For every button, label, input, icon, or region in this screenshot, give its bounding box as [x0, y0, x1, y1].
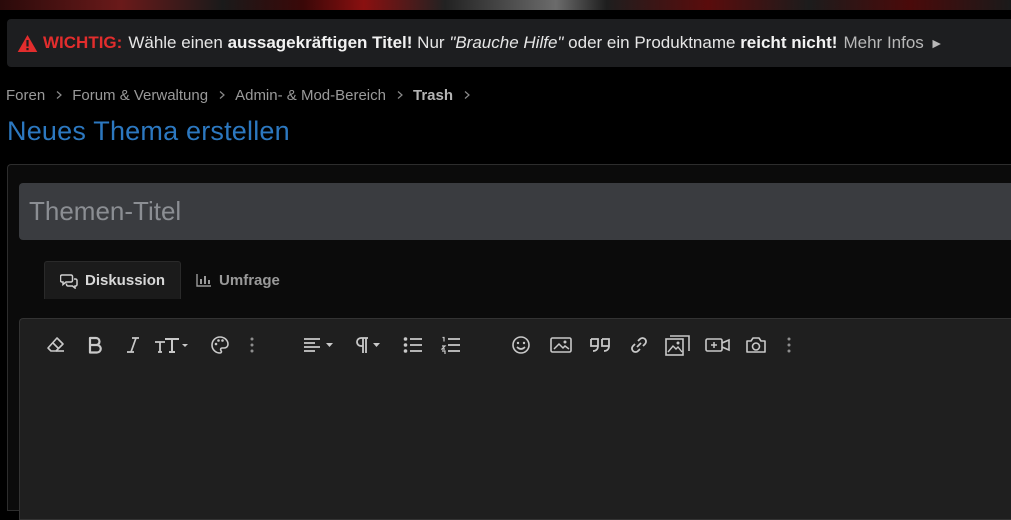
message-editor[interactable]: [19, 318, 1011, 520]
screenshot-icon[interactable]: [744, 333, 768, 357]
tab-label: Umfrage: [219, 271, 280, 289]
tab-label: Diskussion: [85, 272, 166, 289]
poll-chart-icon: [196, 274, 212, 287]
notice-text: Wähle einen: [128, 33, 223, 52]
arrow-right-icon: ►: [929, 35, 944, 51]
notice-text-bold: aussagekräftigen Titel!: [227, 33, 413, 52]
chevron-right-icon: [464, 91, 470, 99]
editor-toolbar: [20, 319, 1011, 371]
more-info-link[interactable]: Mehr Infos: [843, 33, 923, 53]
breadcrumb-item-foren[interactable]: Foren: [6, 87, 45, 104]
remove-format-icon[interactable]: [45, 333, 67, 357]
important-notice: WICHTIG: Wähle einen aussagekräftigen Ti…: [7, 19, 1011, 67]
header-banner-strip: [0, 0, 1011, 10]
discussion-icon: [60, 273, 78, 289]
breadcrumb: Foren Forum & Verwaltung Admin- & Mod-Be…: [6, 85, 480, 105]
paragraph-icon[interactable]: [353, 333, 387, 357]
notice-text-italic: "Brauche Hilfe": [449, 33, 564, 52]
thread-type-tabs: Diskussion Umfrage: [44, 261, 295, 299]
breadcrumb-item-trash[interactable]: Trash: [413, 87, 453, 104]
bold-icon[interactable]: [85, 333, 105, 357]
more-vertical-icon[interactable]: [246, 333, 258, 357]
warning-icon: [17, 34, 38, 53]
align-icon[interactable]: [303, 333, 339, 357]
image-icon[interactable]: [549, 333, 573, 357]
notice-label: WICHTIG:: [43, 33, 123, 52]
tab-umfrage[interactable]: Umfrage: [181, 261, 295, 299]
thread-title-input[interactable]: [19, 183, 1011, 240]
quote-icon[interactable]: [588, 333, 612, 357]
chevron-right-icon: [397, 91, 403, 99]
page-title: Neues Thema erstellen: [7, 116, 290, 146]
media-gallery-icon[interactable]: [665, 333, 691, 357]
new-thread-form: Diskussion Umfrage: [7, 164, 1011, 520]
video-icon[interactable]: [705, 333, 731, 357]
chevron-right-icon: [56, 91, 63, 99]
italic-icon[interactable]: [123, 333, 143, 357]
emoji-icon[interactable]: [510, 333, 532, 357]
text-size-icon[interactable]: [154, 333, 192, 357]
breadcrumb-item-admin-mod[interactable]: Admin- & Mod-Bereich: [235, 87, 386, 104]
numbered-list-icon[interactable]: [440, 333, 462, 357]
notice-text: Nur: [417, 33, 445, 52]
link-icon[interactable]: [627, 333, 651, 357]
more-vertical-icon[interactable]: [783, 333, 795, 357]
bullet-list-icon[interactable]: [402, 333, 424, 357]
breadcrumb-item-forum-verwaltung[interactable]: Forum & Verwaltung: [72, 87, 208, 104]
chevron-right-icon: [219, 91, 226, 99]
color-palette-icon[interactable]: [209, 333, 231, 357]
notice-text: oder ein Produktname: [568, 33, 736, 52]
notice-text-bold: reicht nicht!: [740, 33, 838, 52]
tab-diskussion[interactable]: Diskussion: [44, 261, 182, 299]
